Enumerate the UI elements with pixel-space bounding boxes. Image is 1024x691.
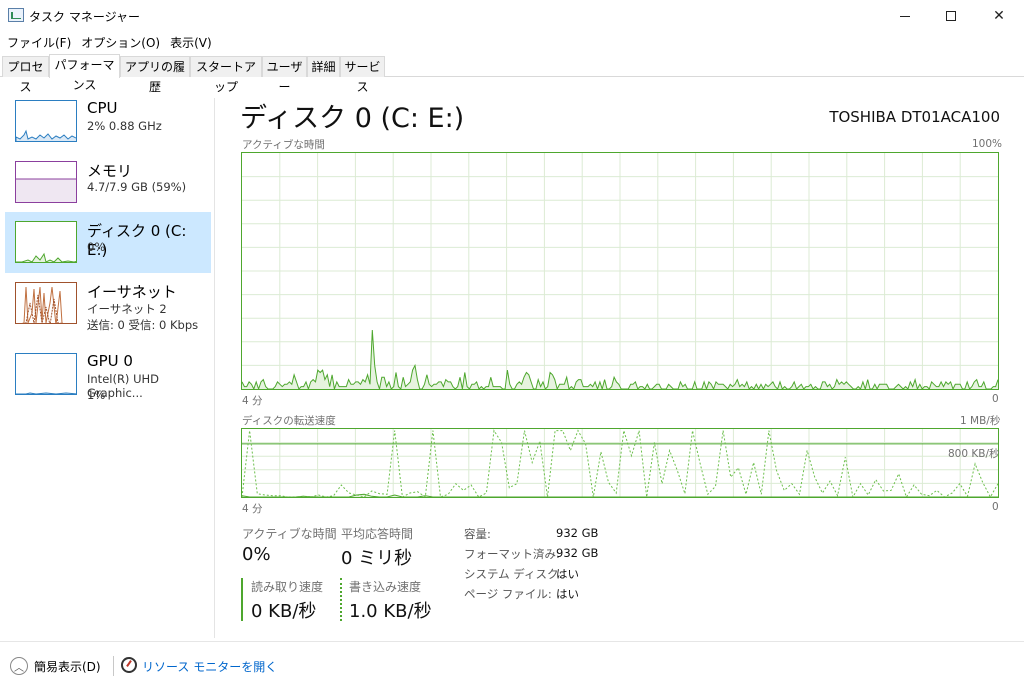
maximize-icon bbox=[946, 11, 956, 21]
fewer-details-button[interactable]: ︿ bbox=[10, 657, 28, 675]
sidebar-item-title: CPU bbox=[87, 99, 118, 117]
active-time-label: アクティブな時間 bbox=[242, 527, 337, 541]
active-time-graph bbox=[241, 152, 999, 390]
page-file-label: ページ ファイル: bbox=[464, 587, 552, 601]
cpu-thumbnail-graph bbox=[15, 100, 77, 142]
tab-users[interactable]: ユーザー bbox=[262, 56, 307, 94]
sidebar-item-title: メモリ bbox=[87, 162, 133, 180]
formatted-label: フォーマット済み: bbox=[464, 547, 560, 561]
read-speed-label: 読み取り速度 bbox=[251, 580, 324, 594]
sidebar-item-title: ディスク 0 (C: E:) bbox=[87, 222, 187, 259]
footer-divider bbox=[0, 641, 1024, 642]
ethernet-thumbnail-graph bbox=[15, 282, 77, 324]
resource-monitor-icon bbox=[121, 657, 137, 673]
menu-bar: ファイル(F) オプション(O) 表示(V) bbox=[0, 32, 1024, 52]
tab-bar: プロセス パフォーマンス アプリの履歴 スタートアップ ユーザー 詳細 サービス bbox=[0, 54, 1024, 94]
tab-services[interactable]: サービス bbox=[340, 56, 385, 94]
formatted-value: 932 GB bbox=[556, 546, 599, 560]
active-time-max-label: 100% bbox=[972, 138, 1003, 150]
sidebar-item-memory[interactable]: メモリ 4.7/7.9 GB (59%) bbox=[5, 152, 211, 213]
performance-sidebar: CPU 2% 0.88 GHz メモリ 4.7/7.9 GB (59%) ディス… bbox=[0, 78, 214, 638]
task-manager-icon bbox=[8, 8, 24, 22]
menu-file[interactable]: ファイル(F) bbox=[2, 34, 76, 51]
sidebar-item-throughput: 送信: 0 受信: 0 Kbps bbox=[87, 318, 199, 332]
tab-app-history[interactable]: アプリの履歴 bbox=[120, 56, 190, 94]
tab-startup[interactable]: スタートアップ bbox=[190, 56, 262, 94]
chevron-up-icon: ︿ bbox=[14, 662, 24, 674]
write-speed-label: 書き込み速度 bbox=[349, 580, 422, 594]
read-speed-value: 0 KB/秒 bbox=[251, 601, 317, 622]
disk-model: TOSHIBA DT01ACA100 bbox=[829, 108, 1000, 126]
avg-response-label: 平均応答時間 bbox=[341, 527, 414, 541]
graph-grid bbox=[242, 153, 998, 389]
transfer-rate-reference-label: 800 KB/秒 bbox=[948, 448, 1000, 460]
minimize-button[interactable] bbox=[882, 0, 928, 32]
sidebar-item-subtitle: 4.7/7.9 GB (59%) bbox=[87, 180, 187, 194]
write-speed-value: 1.0 KB/秒 bbox=[349, 601, 432, 622]
title-bar: タスク マネージャー ✕ bbox=[0, 0, 1024, 32]
page-file-value: はい bbox=[556, 587, 579, 601]
minimize-icon bbox=[900, 15, 910, 17]
system-disk-label: システム ディスク: bbox=[464, 567, 563, 581]
transfer-rate-max-label: 1 MB/秒 bbox=[960, 415, 1001, 427]
memory-thumbnail-graph bbox=[15, 161, 77, 203]
graph-grid bbox=[242, 429, 998, 497]
close-icon: ✕ bbox=[993, 8, 1005, 24]
sidebar-item-usage: 1% bbox=[87, 388, 106, 402]
transfer-rate-time-span: 4 分 bbox=[242, 503, 263, 515]
sidebar-divider bbox=[214, 98, 215, 638]
gpu-thumbnail-graph bbox=[15, 353, 77, 395]
sidebar-item-subtitle: 0% bbox=[87, 240, 106, 254]
sidebar-item-cpu[interactable]: CPU 2% 0.88 GHz bbox=[5, 91, 211, 152]
window-title: タスク マネージャー bbox=[29, 10, 140, 24]
footer-separator bbox=[113, 656, 114, 676]
open-resource-monitor-link[interactable]: リソース モニターを開く bbox=[142, 658, 277, 675]
active-time-graph-min: 0 bbox=[992, 393, 999, 405]
fewer-details-label[interactable]: 簡易表示(D) bbox=[34, 658, 101, 675]
disk-thumbnail-graph bbox=[15, 221, 77, 263]
avg-response-value: 0 ミリ秒 bbox=[341, 548, 413, 569]
active-time-graph-time-span: 4 分 bbox=[242, 395, 263, 407]
sidebar-item-title: イーサネット bbox=[87, 283, 177, 301]
tab-details[interactable]: 詳細 bbox=[307, 56, 340, 77]
sidebar-item-disk[interactable]: ディスク 0 (C: E:) 0% bbox=[5, 212, 211, 273]
read-speed-legend-line bbox=[241, 578, 243, 621]
page-title: ディスク 0 (C: E:) bbox=[240, 103, 465, 134]
close-button[interactable]: ✕ bbox=[976, 0, 1022, 32]
active-time-value: 0% bbox=[242, 544, 271, 565]
capacity-label: 容量: bbox=[464, 527, 491, 541]
menu-view[interactable]: 表示(V) bbox=[165, 34, 217, 51]
active-time-graph-label: アクティブな時間 bbox=[242, 139, 325, 151]
sidebar-item-subtitle: 2% 0.88 GHz bbox=[87, 119, 162, 133]
tab-performance[interactable]: パフォーマンス bbox=[49, 54, 120, 92]
menu-options[interactable]: オプション(O) bbox=[76, 34, 165, 51]
maximize-button[interactable] bbox=[928, 0, 974, 32]
transfer-rate-min: 0 bbox=[992, 501, 999, 513]
transfer-rate-graph-label: ディスクの転送速度 bbox=[242, 415, 336, 427]
sidebar-item-ethernet[interactable]: イーサネット イーサネット 2 送信: 0 受信: 0 Kbps bbox=[5, 273, 211, 334]
transfer-rate-graph bbox=[241, 428, 999, 498]
sidebar-item-title: GPU 0 bbox=[87, 352, 133, 370]
sidebar-item-subtitle: Intel(R) UHD Graphic... bbox=[87, 372, 159, 400]
capacity-value: 932 GB bbox=[556, 526, 599, 540]
system-disk-value: はい bbox=[556, 567, 579, 581]
write-speed-legend-line bbox=[340, 578, 342, 621]
sidebar-item-subtitle: イーサネット 2 bbox=[87, 302, 167, 316]
sidebar-item-gpu[interactable]: GPU 0 Intel(R) UHD Graphic... 1% bbox=[5, 344, 211, 405]
tab-processes[interactable]: プロセス bbox=[2, 56, 49, 94]
